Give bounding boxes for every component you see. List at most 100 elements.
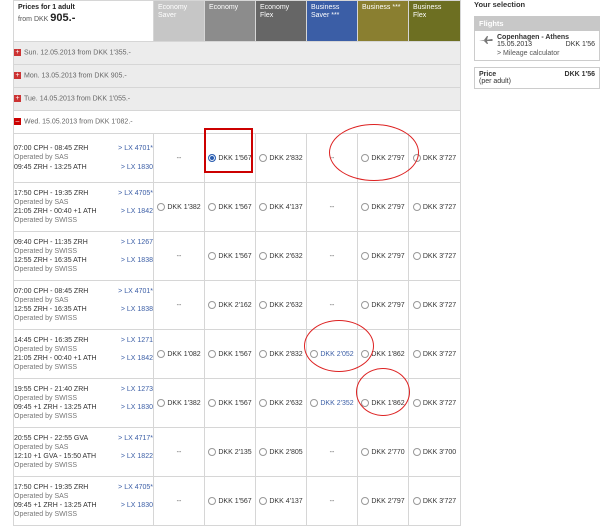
fare-radio[interactable]	[412, 497, 421, 505]
fare-radio[interactable]	[412, 399, 421, 407]
leg1-time: 09:40 CPH - 11:35 ZRH	[14, 238, 88, 246]
fare-radio[interactable]	[208, 399, 217, 407]
day-row-sun[interactable]: + Sun. 12.05.2013 from DKK 1'355.-	[13, 41, 461, 65]
leg2-flight-link[interactable]: > LX 1838	[121, 305, 153, 314]
fare-option[interactable]: DKK 2'632	[255, 280, 307, 330]
fare-option[interactable]: DKK 2'797	[357, 280, 409, 330]
fare-option[interactable]: DKK 1'567	[204, 182, 256, 232]
fare-radio[interactable]	[361, 203, 370, 211]
fare-radio[interactable]	[412, 301, 421, 309]
fare-radio[interactable]	[259, 301, 268, 309]
leg1-flight-link[interactable]: > LX 4701*	[118, 287, 153, 296]
fare-radio[interactable]	[208, 448, 217, 456]
leg1-operator: Operated by SWISS	[14, 247, 78, 255]
fare-price: DKK 3'727	[422, 399, 457, 407]
leg1-flight-link[interactable]: > LX 1271	[121, 336, 153, 345]
leg1-flight-link[interactable]: > LX 4705*	[118, 483, 153, 492]
fare-radio[interactable]	[208, 301, 217, 309]
leg2-flight-link[interactable]: > LX 1830	[121, 403, 153, 412]
fare-option[interactable]: DKK 4'137	[255, 182, 307, 232]
fare-option[interactable]: DKK 2'352	[306, 378, 358, 428]
fare-option[interactable]: DKK 2'832	[255, 329, 307, 379]
fare-radio[interactable]	[208, 497, 217, 505]
fare-option[interactable]: DKK 2'135	[204, 427, 256, 477]
leg2-time: 09:45 ZRH - 13:25 ATH	[14, 163, 87, 171]
fare-option[interactable]: DKK 1'082	[153, 329, 205, 379]
expand-icon[interactable]: +	[14, 49, 21, 57]
fare-radio[interactable]	[259, 497, 268, 505]
fare-radio[interactable]	[361, 301, 370, 309]
fare-option[interactable]: DKK 2'832	[255, 133, 307, 183]
fare-option[interactable]: DKK 3'700	[408, 427, 461, 477]
fare-option[interactable]: DKK 1'567	[204, 378, 256, 428]
fare-radio[interactable]	[310, 399, 319, 407]
leg1-flight-link[interactable]: > LX 4705*	[118, 189, 153, 198]
fare-price: DKK 1'567	[218, 350, 252, 358]
fare-radio[interactable]	[259, 399, 268, 407]
leg2-flight-link[interactable]: > LX 1842	[121, 354, 153, 363]
fare-price: DKK 2'632	[269, 301, 303, 309]
fare-radio[interactable]	[259, 203, 268, 211]
fare-option[interactable]: DKK 2'805	[255, 427, 307, 477]
fare-option[interactable]: DKK 1'382	[153, 378, 205, 428]
mileage-calculator-link[interactable]: > Mileage calculator	[497, 50, 595, 57]
leg2-flight-link[interactable]: > LX 1822	[121, 452, 153, 461]
fare-radio[interactable]	[412, 448, 421, 456]
col-business-flex: Business Flex	[413, 4, 442, 20]
plane-icon	[479, 36, 493, 44]
fare-radio[interactable]	[157, 203, 166, 211]
collapse-icon[interactable]: –	[14, 118, 21, 126]
leg1-flight-link[interactable]: > LX 1273	[121, 385, 153, 394]
expand-icon[interactable]: +	[14, 72, 21, 80]
leg1-flight-link[interactable]: > LX 4701*	[118, 144, 153, 153]
fare-option[interactable]: DKK 3'727	[408, 476, 461, 526]
fare-option[interactable]: DKK 2'632	[255, 231, 307, 281]
fare-option[interactable]: DKK 3'727	[408, 231, 461, 281]
leg2-flight-link[interactable]: > LX 1838	[121, 256, 153, 265]
route-label: Copenhagen - Athens	[497, 34, 570, 41]
leg1-time: 20:55 CPH - 22:55 GVA	[14, 434, 89, 442]
fare-radio[interactable]	[412, 350, 421, 358]
fare-radio[interactable]	[259, 350, 268, 358]
fare-option[interactable]: DKK 3'727	[408, 280, 461, 330]
fare-option[interactable]: DKK 1'567	[204, 476, 256, 526]
leg1-time: 17:50 CPH - 19:35 ZRH	[14, 483, 89, 491]
leg2-flight-link[interactable]: > LX 1830	[121, 501, 153, 510]
fare-radio[interactable]	[361, 448, 370, 456]
fare-radio[interactable]	[259, 154, 268, 162]
fare-option[interactable]: DKK 2'797	[357, 182, 409, 232]
fare-radio[interactable]	[412, 203, 421, 211]
fare-radio[interactable]	[259, 448, 268, 456]
fare-price: DKK 2'832	[269, 154, 303, 162]
fare-radio[interactable]	[208, 350, 217, 358]
leg1-flight-link[interactable]: > LX 1267	[121, 238, 153, 247]
fare-radio[interactable]	[157, 399, 166, 407]
fare-radio[interactable]	[361, 497, 370, 505]
leg2-flight-link[interactable]: > LX 1830	[121, 163, 153, 172]
fare-radio[interactable]	[412, 252, 421, 260]
fare-radio[interactable]	[157, 350, 166, 358]
fare-option[interactable]: DKK 2'632	[255, 378, 307, 428]
fare-option[interactable]: DKK 2'162	[204, 280, 256, 330]
expand-icon[interactable]: +	[14, 95, 21, 103]
leg1-time: 14:45 CPH - 16:35 ZRH	[14, 336, 89, 344]
fare-radio[interactable]	[208, 252, 217, 260]
fare-option[interactable]: DKK 2'797	[357, 231, 409, 281]
leg1-flight-link[interactable]: > LX 4717*	[118, 434, 153, 443]
fare-option[interactable]: DKK 1'567	[204, 231, 256, 281]
day-row-tue[interactable]: + Tue. 14.05.2013 from DKK 1'055.-	[13, 87, 461, 111]
fare-radio[interactable]	[361, 252, 370, 260]
fare-radio[interactable]	[259, 252, 268, 260]
fare-price: DKK 2'632	[269, 252, 303, 260]
fare-option[interactable]: DKK 1'567	[204, 329, 256, 379]
fare-option[interactable]: DKK 3'727	[408, 378, 461, 428]
fare-option[interactable]: DKK 3'727	[408, 182, 461, 232]
fare-option[interactable]: DKK 4'137	[255, 476, 307, 526]
fare-option[interactable]: DKK 2'770	[357, 427, 409, 477]
leg2-flight-link[interactable]: > LX 1842	[121, 207, 153, 216]
day-row-mon[interactable]: + Mon. 13.05.2013 from DKK 905.-	[13, 64, 461, 88]
fare-radio[interactable]	[208, 203, 217, 211]
fare-option[interactable]: DKK 1'382	[153, 182, 205, 232]
fare-option[interactable]: DKK 2'797	[357, 476, 409, 526]
fare-option[interactable]: DKK 3'727	[408, 329, 461, 379]
